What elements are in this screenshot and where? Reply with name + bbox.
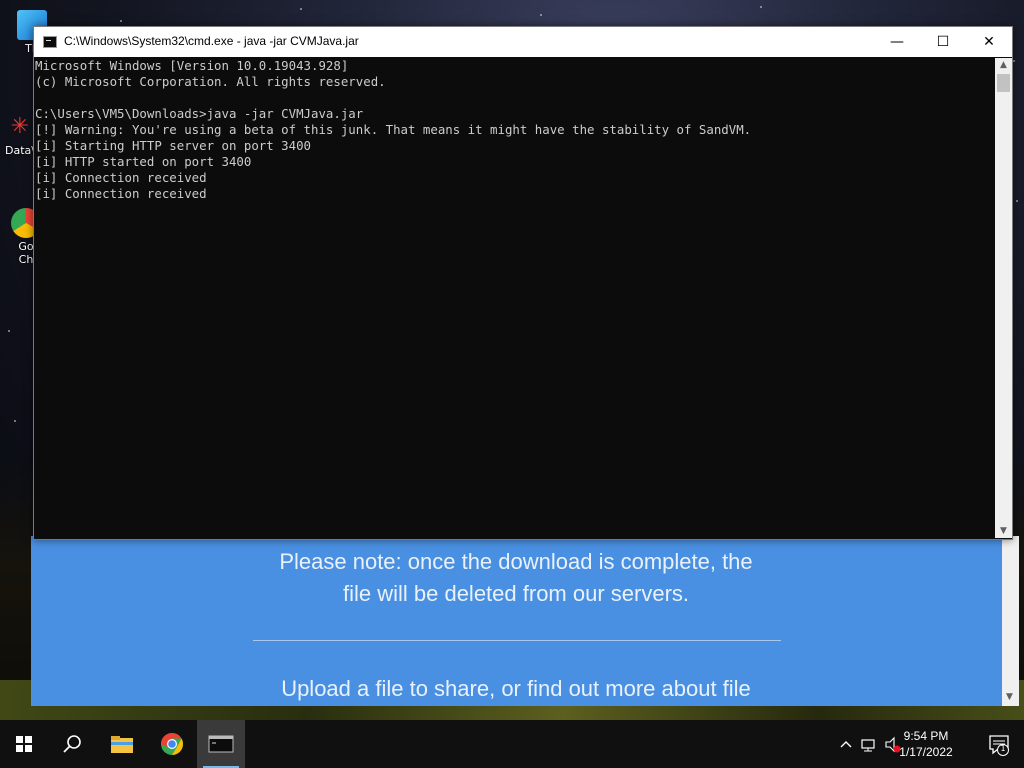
console-line: [!] Warning: You're using a beta of this… xyxy=(35,122,752,137)
console-line: Microsoft Windows [Version 10.0.19043.92… xyxy=(35,58,349,73)
search-icon xyxy=(63,735,81,753)
network-icon[interactable] xyxy=(858,720,880,768)
console-line: [i] HTTP started on port 3400 xyxy=(35,154,252,169)
maximize-button[interactable]: ☐ xyxy=(920,27,966,57)
desktop-icon-label: Go xyxy=(18,240,34,253)
terminal-icon xyxy=(208,735,234,753)
console-output[interactable]: Microsoft Windows [Version 10.0.19043.92… xyxy=(35,58,993,536)
action-center-button[interactable]: 1 xyxy=(976,720,1024,768)
command-prompt-taskbar-button[interactable] xyxy=(197,720,245,768)
windows-logo-icon xyxy=(16,736,32,752)
clock-time: 9:54 PM xyxy=(903,729,949,743)
scroll-down-arrow-icon[interactable]: ▼ xyxy=(995,526,1012,536)
minimize-button[interactable]: — xyxy=(874,27,920,57)
cmd-window[interactable]: C:\Windows\System32\cmd.exe - java -jar … xyxy=(33,26,1013,540)
desktop-icon-label: Ch xyxy=(18,253,34,266)
chrome-taskbar-button[interactable] xyxy=(148,720,196,768)
upload-text: Upload a file to share, or find out more… xyxy=(281,676,751,701)
search-button[interactable] xyxy=(48,720,96,768)
cmd-titlebar[interactable]: C:\Windows\System32\cmd.exe - java -jar … xyxy=(34,27,1012,57)
cmd-scrollbar[interactable]: ▲ ▼ xyxy=(995,58,1012,538)
scroll-down-arrow-icon[interactable]: ▼ xyxy=(1006,692,1013,702)
taskbar: 9:54 PM 1/17/2022 1 xyxy=(0,720,1024,768)
console-line: [i] Connection received xyxy=(35,186,207,201)
note-line-2: file will be deleted from our servers. xyxy=(342,581,690,606)
chrome-icon xyxy=(161,733,183,755)
folder-icon xyxy=(111,736,133,753)
scroll-up-arrow-icon[interactable]: ▲ xyxy=(995,60,1012,70)
show-hidden-icons-chevron-icon[interactable] xyxy=(836,720,856,768)
console-line: [i] Connection received xyxy=(35,170,207,185)
clock-date: 1/17/2022 xyxy=(899,745,953,759)
close-button[interactable]: ✕ xyxy=(966,27,1012,57)
note-line-1: Please note: once the download is comple… xyxy=(279,549,753,574)
browser-page: Please note: once the download is comple… xyxy=(31,536,1019,706)
red-star-icon: ✳ xyxy=(10,114,30,139)
console-line: [i] Starting HTTP server on port 3400 xyxy=(35,138,312,153)
cmd-app-icon[interactable] xyxy=(43,36,57,48)
window-title: C:\Windows\System32\cmd.exe - java -jar … xyxy=(64,34,359,48)
divider xyxy=(253,640,781,641)
scrollbar-thumb[interactable] xyxy=(997,74,1010,92)
clock[interactable]: 9:54 PM 1/17/2022 xyxy=(886,728,966,760)
start-button[interactable] xyxy=(0,720,48,768)
file-explorer-button[interactable] xyxy=(98,720,146,768)
console-line: C:\Users\VM5\Downloads>java -jar CVMJava… xyxy=(35,106,364,121)
browser-scrollbar[interactable]: ▼ xyxy=(1002,536,1019,706)
notification-count: 1 xyxy=(1000,744,1006,753)
desktop-icon-label: Data\ xyxy=(5,144,35,157)
console-line: (c) Microsoft Corporation. All rights re… xyxy=(35,74,386,89)
download-note: Please note: once the download is comple… xyxy=(31,546,1001,610)
